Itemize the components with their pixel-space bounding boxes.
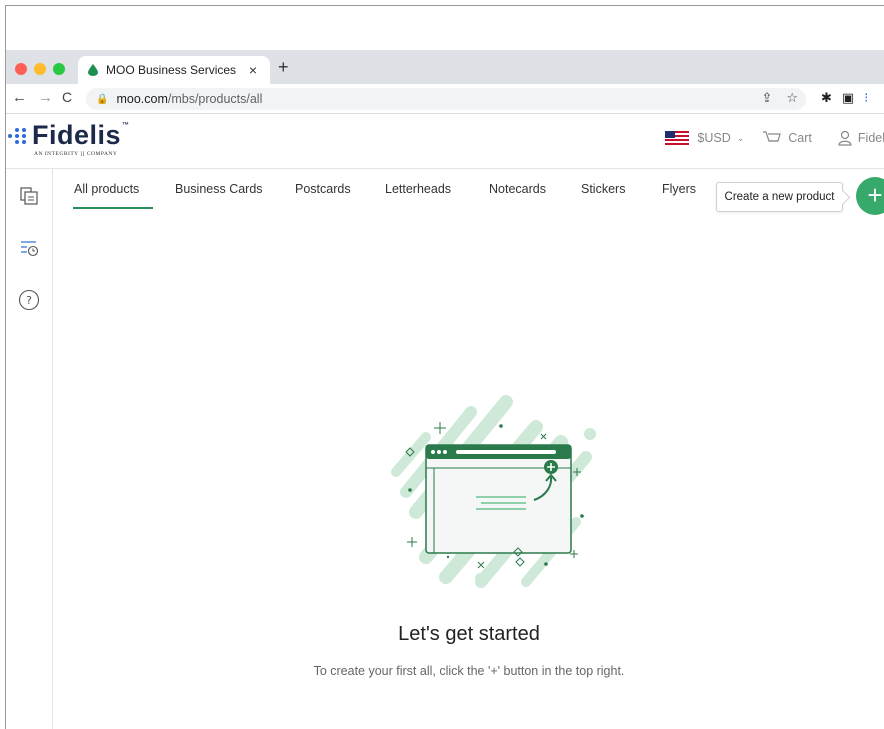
tab-flyers[interactable]: Flyers xyxy=(662,182,696,196)
fidelis-logo[interactable]: Fidelis ™ AN INTEGRITY ][ COMPANY xyxy=(8,120,130,157)
cart-icon[interactable] xyxy=(762,130,782,146)
logo-tm: ™ xyxy=(122,122,130,129)
history-list-icon[interactable] xyxy=(18,237,40,259)
back-arrow-icon[interactable]: ← xyxy=(12,89,27,106)
tab-bar: MOO Business Services × + xyxy=(6,50,884,84)
tab-title: MOO Business Services xyxy=(106,63,237,77)
us-flag-icon xyxy=(665,131,690,145)
cart-link[interactable]: Cart xyxy=(788,131,812,145)
url-host: moo.com xyxy=(116,92,168,106)
tab-letterheads[interactable]: Letterheads xyxy=(385,182,451,196)
bookmark-star-icon[interactable]: ☆ xyxy=(786,90,798,106)
left-sidebar: ? xyxy=(6,169,53,729)
side-panel-icon[interactable]: ▣ xyxy=(842,90,854,106)
share-icon[interactable]: ⇪ xyxy=(761,90,772,106)
reload-icon[interactable]: C xyxy=(62,89,72,105)
help-icon[interactable]: ? xyxy=(18,289,40,311)
fidelis-dots-icon xyxy=(8,125,30,147)
forward-arrow-icon[interactable]: → xyxy=(38,89,53,106)
active-tab-indicator xyxy=(73,207,153,209)
products-icon[interactable] xyxy=(18,185,40,207)
empty-state-title: Let's get started xyxy=(398,623,540,645)
tab-notecards[interactable]: Notecards xyxy=(489,182,546,196)
empty-state-subtitle: To create your first all, click the '+' … xyxy=(313,664,625,678)
empty-state-illustration xyxy=(391,395,596,588)
lock-icon: 🔒 xyxy=(96,93,109,105)
browser-window: MOO Business Services × + ← → C 🔒 moo.co… xyxy=(5,5,884,729)
create-product-tooltip: Create a new product xyxy=(716,182,843,212)
address-bar: ← → C 🔒 moo.com/mbs/products/all ⇪ ☆ ✱ ▣… xyxy=(6,84,884,114)
tab-stickers[interactable]: Stickers xyxy=(581,182,625,196)
logo-subtitle: AN INTEGRITY ][ COMPANY xyxy=(34,151,118,157)
url-path: /mbs/products/all xyxy=(167,92,263,106)
maximize-window-button[interactable] xyxy=(53,63,65,75)
new-tab-button[interactable]: + xyxy=(278,57,289,78)
currency-selector[interactable]: $USD xyxy=(697,131,730,145)
url-field[interactable]: 🔒 moo.com/mbs/products/all ⇪ ☆ xyxy=(86,88,806,110)
tab-business-cards[interactable]: Business Cards xyxy=(175,182,263,196)
tab-all-products[interactable]: All products xyxy=(74,182,139,196)
user-icon[interactable] xyxy=(838,130,852,146)
browser-tab-active[interactable]: MOO Business Services × xyxy=(78,56,270,84)
site-header: Fidelis ™ AN INTEGRITY ][ COMPANY $USD ⌄ … xyxy=(6,114,884,169)
chevron-down-icon[interactable]: ⌄ xyxy=(737,133,745,144)
close-window-button[interactable] xyxy=(15,63,27,75)
svg-text:?: ? xyxy=(26,294,32,307)
tooltip-text: Create a new product xyxy=(724,191,835,203)
window-controls xyxy=(15,63,65,75)
fidelis-extension-icon[interactable]: ⁝ xyxy=(864,90,868,106)
minimize-window-button[interactable] xyxy=(34,63,46,75)
extensions-puzzle-icon[interactable]: ✱ xyxy=(821,90,832,106)
moo-favicon-icon xyxy=(88,64,98,76)
user-account-link[interactable]: Fidel xyxy=(858,131,884,145)
tab-postcards[interactable]: Postcards xyxy=(295,182,351,196)
tab-close-icon[interactable]: × xyxy=(246,62,260,78)
logo-text: Fidelis xyxy=(32,120,122,150)
